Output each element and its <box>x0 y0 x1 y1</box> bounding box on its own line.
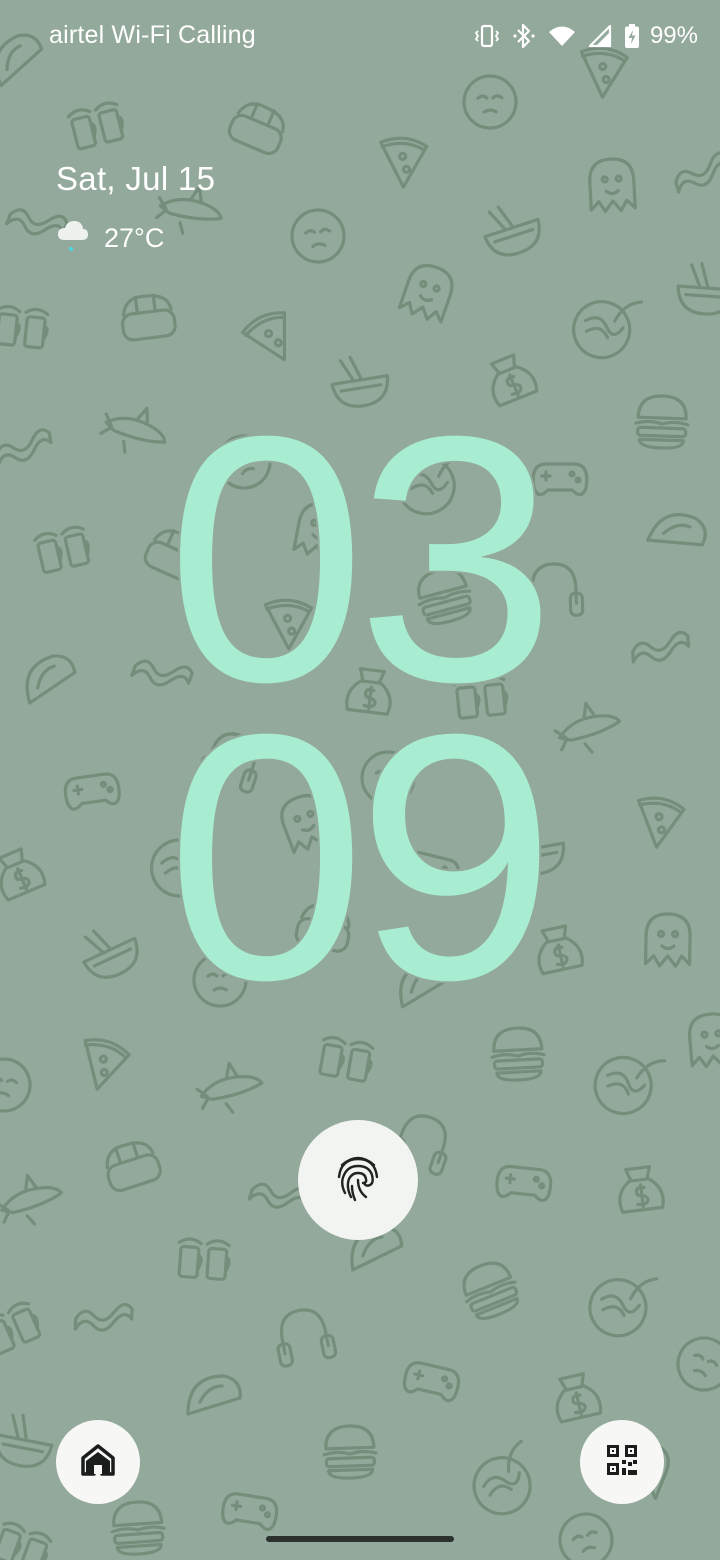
doodle-beer <box>318 1035 375 1083</box>
doodle-shark <box>195 1061 264 1114</box>
battery-charging-icon <box>624 23 640 49</box>
doodle-pad <box>221 1492 279 1532</box>
status-bar: airtel Wi-Fi Calling 99% <box>0 0 720 72</box>
doodle-ghost <box>397 263 454 324</box>
doodle-shark <box>0 1173 64 1226</box>
weather-widget[interactable]: 27°C <box>56 218 164 258</box>
doodle-taco <box>186 1374 242 1416</box>
doodle-pad <box>495 1165 553 1203</box>
doodle-bowl <box>676 262 720 316</box>
doodle-burger <box>462 1261 520 1321</box>
gesture-navigation-handle[interactable] <box>266 1536 454 1542</box>
doodle-burger <box>490 1026 546 1082</box>
doodle-beer <box>0 1301 42 1356</box>
doodle-bacon <box>73 1303 134 1332</box>
doodle-noodles <box>593 1055 667 1116</box>
doodle-pizza <box>379 136 429 189</box>
doodle-noodles <box>588 1277 659 1338</box>
doodle-pizza <box>83 1038 131 1091</box>
home-shortcut-button[interactable] <box>56 1420 140 1504</box>
lockscreen-clock: 03 09 <box>0 400 720 1000</box>
doodle-money <box>489 353 539 408</box>
fingerprint-unlock-button[interactable] <box>298 1120 418 1240</box>
doodle-beer <box>0 1521 53 1560</box>
wifi-icon <box>548 24 576 48</box>
doodle-pad <box>402 1361 461 1403</box>
doodle-bowl <box>0 1413 54 1468</box>
battery-percentage: 99% <box>649 22 698 49</box>
cloudy-rain-icon <box>56 218 90 259</box>
doodle-beer <box>177 1237 231 1281</box>
doodle-beer <box>0 304 50 350</box>
status-icons: 99% <box>474 20 698 52</box>
doodle-noodles <box>472 1439 532 1516</box>
doodle-bowl <box>483 205 541 257</box>
doodle-headphones <box>276 1308 338 1368</box>
bluetooth-icon <box>512 23 536 49</box>
cellular-signal-icon <box>588 24 612 48</box>
doodle-face <box>0 1057 32 1113</box>
doodle-face <box>290 208 346 264</box>
doodle-noodles <box>572 300 644 360</box>
doodle-money <box>618 1165 665 1214</box>
vibrate-icon <box>474 23 500 49</box>
doodle-beer <box>66 101 125 151</box>
fingerprint-icon <box>336 1153 380 1208</box>
carrier-label: airtel Wi-Fi Calling <box>49 21 256 49</box>
clock-minutes: 09 <box>166 662 546 1000</box>
qr-scanner-shortcut-button[interactable] <box>580 1420 664 1504</box>
doodle-money <box>555 1372 603 1424</box>
doodle-sushi <box>121 293 177 342</box>
doodle-burger <box>322 1424 378 1480</box>
doodle-face <box>676 1336 720 1392</box>
doodle-bacon <box>674 151 720 194</box>
doodle-burger <box>110 1500 166 1556</box>
doodle-face <box>462 74 518 130</box>
doodle-face <box>558 1512 614 1560</box>
qr-code-scanner-icon <box>606 1444 638 1481</box>
lockscreen-date[interactable]: Sat, Jul 15 <box>56 160 215 198</box>
doodle-ghost <box>688 1012 720 1069</box>
doodle-ghost <box>588 157 637 213</box>
home-icon <box>80 1443 116 1482</box>
doodle-sushi <box>227 102 285 156</box>
weather-temperature: 27°C <box>104 222 165 253</box>
doodle-sushi <box>105 1141 162 1193</box>
doodle-pizza <box>240 311 287 362</box>
